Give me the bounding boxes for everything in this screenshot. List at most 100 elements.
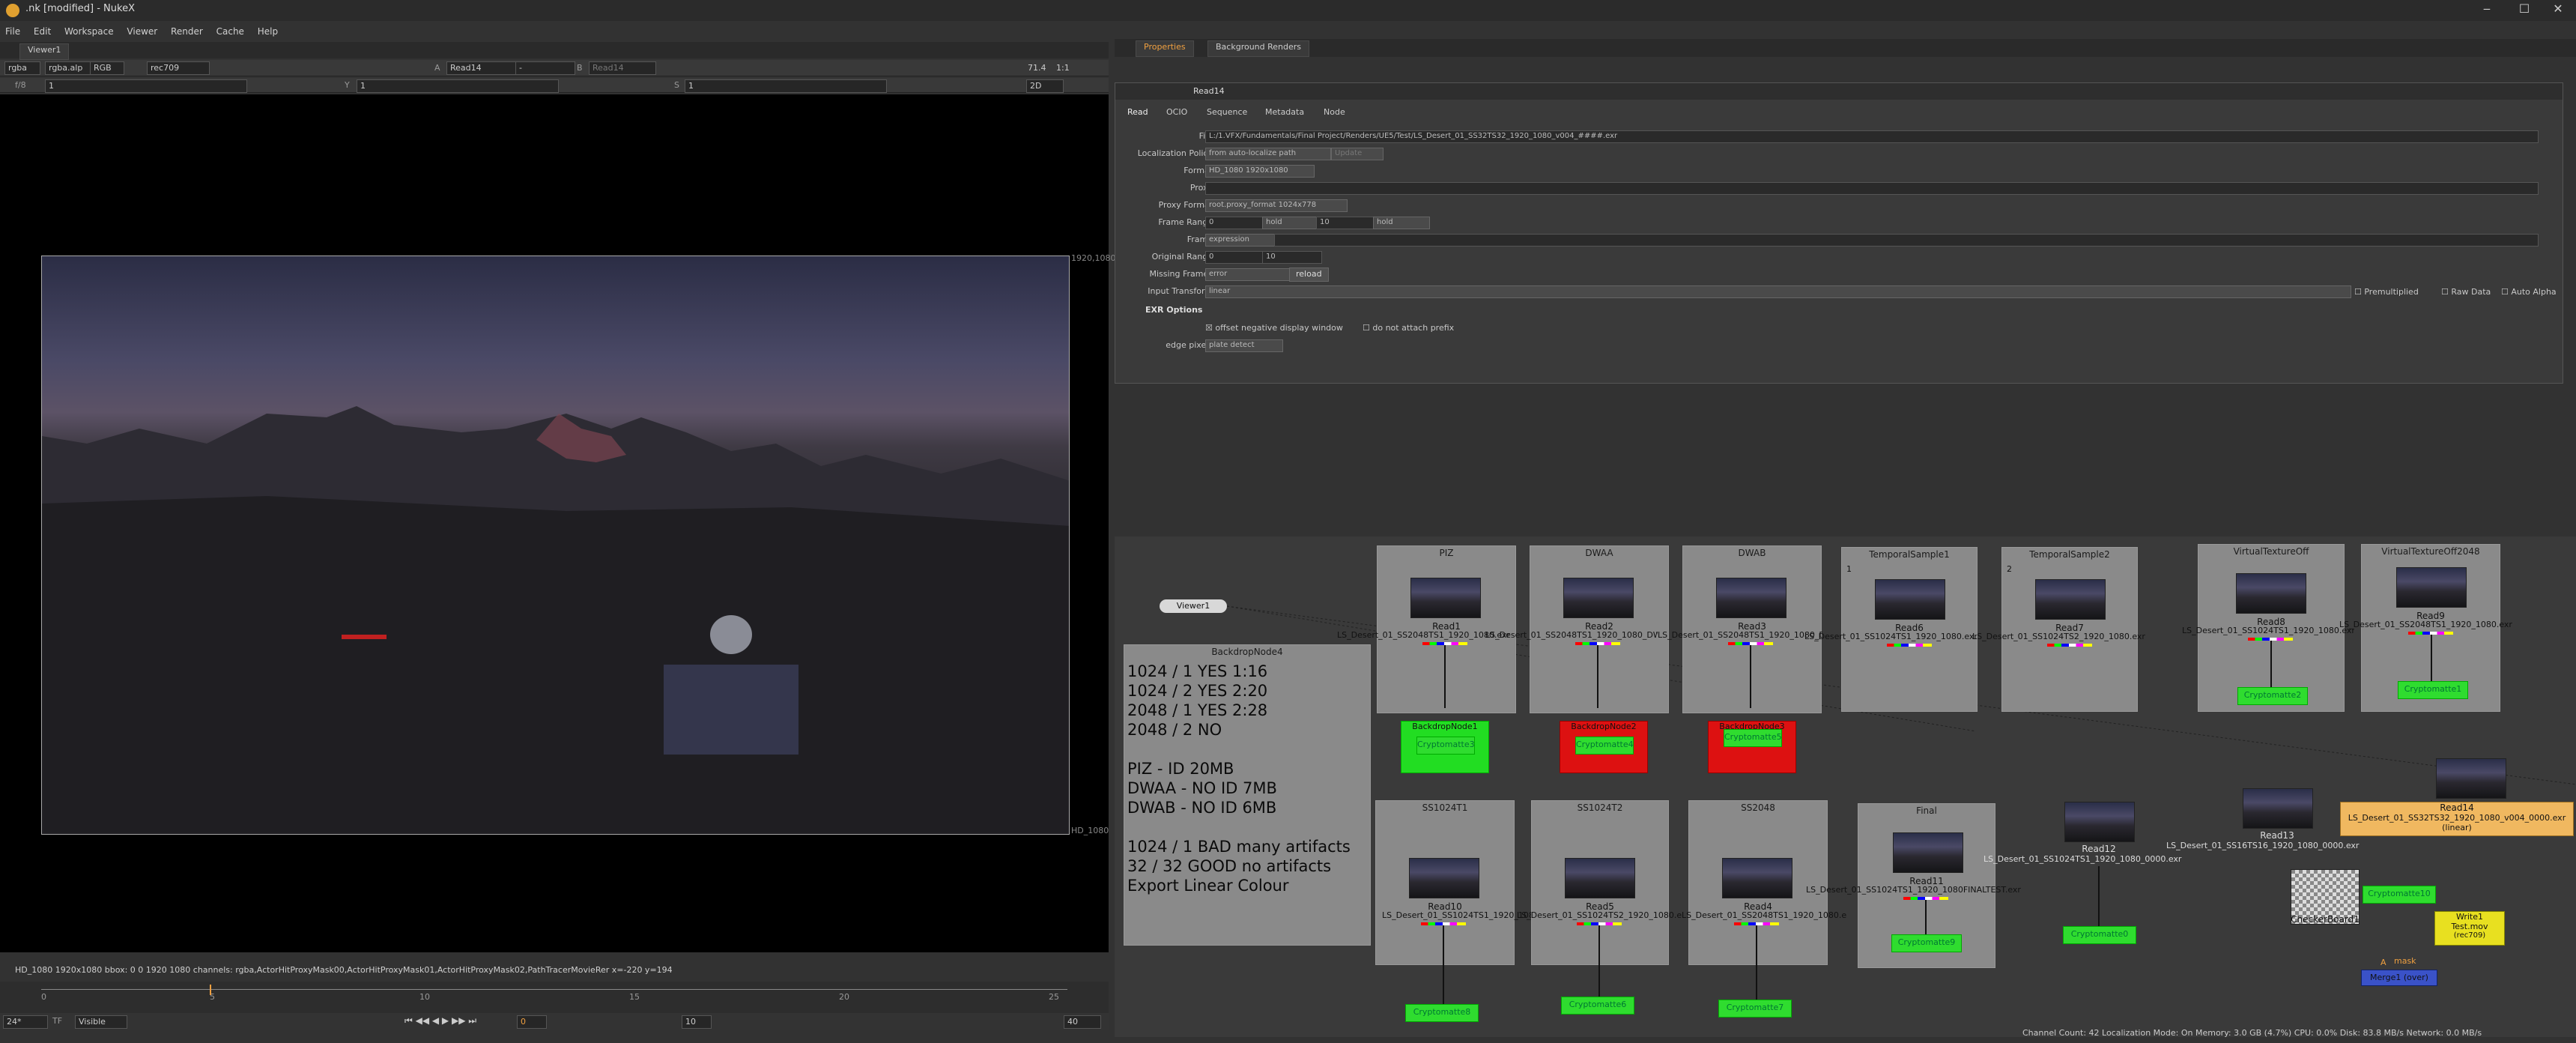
proxy-format-select[interactable]: root.proxy_format 1024x778 [1205,199,1348,212]
input-transform-select[interactable]: linear [1205,285,2351,298]
read1-thumbnail [1410,578,1481,618]
write1-node[interactable]: Write1 Test.mov (rec709) [2434,911,2505,946]
tab-properties[interactable]: Properties [1136,40,1194,57]
edge-pixels-select[interactable]: plate detect [1205,339,1283,352]
backdrop-final[interactable]: Final Read11 LS_Desert_01_SS1024TS1_1920… [1806,803,2021,968]
premultiplied-checkbox[interactable]: ☐ Premultiplied [2354,287,2419,297]
format-select[interactable]: HD_1080 1920x1080 [1205,165,1315,178]
frame-range-start[interactable]: 0 [1205,217,1265,229]
saturation-slider[interactable]: 1 [685,79,887,93]
menu-cache[interactable]: Cache [211,24,249,39]
read13-node[interactable]: Read13 [2243,830,2312,841]
backdrop-virtualtextureoff2048[interactable]: VirtualTextureOff2048 Read9 LS_Desert_01… [2339,544,2512,712]
playhead[interactable] [210,985,211,995]
tf-select[interactable]: TF [52,1016,62,1026]
backdrop-ss1024t1[interactable]: SS1024T1 Read10 LS_Desert_01_SS1024TS1_1… [1375,800,1532,1008]
localization-policy-select[interactable]: from auto-localize path [1205,148,1331,160]
subtab-ocio[interactable]: OCIO [1166,107,1187,117]
minimize-button[interactable]: ‒ [2472,1,2502,16]
display-mode-select[interactable]: RGB [90,61,124,75]
node-name-field[interactable]: Read14 [1193,86,1225,96]
fstop-value[interactable]: f/8 [15,80,26,90]
alpha-channel-select[interactable]: rgba.alp [45,61,94,75]
lut-select[interactable]: rec709 [147,61,210,75]
maximize-button[interactable]: ☐ [2509,1,2539,16]
node-graph[interactable]: Viewer1 BackdropNode4 1024 / 1 YES 1:16 … [1115,536,2576,1037]
checkerboard-node[interactable]: CheckerBoard1 [2288,914,2363,925]
subtab-sequence[interactable]: Sequence [1207,107,1247,117]
channels-select[interactable]: rgba [4,61,40,75]
proxy-ratio[interactable]: 1:1 [1056,63,1070,73]
read12-node[interactable]: Read12 [2064,844,2133,854]
read8-thumbnail [2236,573,2306,614]
backdrop-dwaa[interactable]: DWAA Read2 LS_Desert_01_SS2048TS1_1920_1… [1485,545,1669,713]
original-range-end[interactable]: 10 [1262,251,1322,264]
frame-input[interactable] [1274,234,2539,247]
menu-file[interactable]: File [0,24,25,39]
backdrop-piz[interactable]: PIZ Read1 LS_Desert_01_SS2048TS1_1920_10… [1337,545,1516,713]
backdrop-node3[interactable]: BackdropNode3 Cryptomatte5 [1708,721,1796,773]
backdrop-temporalsample2[interactable]: TemporalSample2 2 Read7 LS_Desert_01_SS1… [1972,547,2145,712]
menu-viewer[interactable]: Viewer [121,24,163,39]
out-frame-field[interactable]: 40 [1064,1015,1101,1029]
after-select[interactable]: hold [1373,217,1430,229]
menu-workspace[interactable]: Workspace [59,24,119,39]
cryptomatte6-node[interactable]: Cryptomatte6 [1561,997,1634,1015]
input-b-select[interactable]: Read14 [589,61,656,75]
tab-background-renders[interactable]: Background Renders [1207,40,1310,57]
tab-viewer1[interactable]: Viewer1 [19,43,70,60]
input-op-select[interactable]: - [515,61,575,75]
gain-slider[interactable]: 1 [45,79,247,93]
menu-help[interactable]: Help [252,24,283,39]
backdrop-ss2048[interactable]: SS2048 Read4 LS_Desert_01_SS2048TS1_1920… [1682,800,1846,1003]
subtab-read[interactable]: Read [1127,107,1148,117]
proxy-input[interactable] [1205,182,2539,195]
backdrop-dwab[interactable]: DWAB Read3 LS_Desert_01_SS2048TS1_1920_1… [1658,545,1822,713]
merge1-node[interactable]: Merge1 (over) [2361,970,2437,986]
backdrop-virtualtextureoff[interactable]: VirtualTextureOff Read8 LS_Desert_01_SS1… [2182,544,2354,712]
auto-alpha-checkbox[interactable]: ☐ Auto Alpha [2501,287,2557,297]
frame-mode-select[interactable]: expression [1205,234,1277,247]
offset-negative-checkbox[interactable]: ☒ offset negative display window [1205,323,1343,333]
read13-file: LS_Desert_01_SS16TS16_1920_1080_0000.exr [2166,841,2360,850]
backdrop-note[interactable]: BackdropNode4 1024 / 1 YES 1:16 1024 / 2… [1124,644,1371,946]
visible-range-select[interactable]: Visible [75,1015,127,1029]
fps-select[interactable]: 24* [3,1015,48,1029]
menu-edit[interactable]: Edit [28,24,56,39]
input-a-select[interactable]: Read14 [446,61,517,75]
no-prefix-checkbox[interactable]: ☐ do not attach prefix [1363,323,1454,333]
subtab-metadata[interactable]: Metadata [1265,107,1304,117]
menu-render[interactable]: Render [166,24,208,39]
view-mode-select[interactable]: 2D [1026,79,1064,93]
cryptomatte9-node[interactable]: Cryptomatte9 [1891,934,1962,952]
current-frame-field[interactable]: 0 [517,1015,547,1029]
raw-data-checkbox[interactable]: ☐ Raw Data [2441,287,2491,297]
subtab-node[interactable]: Node [1324,107,1345,117]
update-button[interactable]: Update [1331,148,1384,160]
cryptomatte5-node[interactable]: Cryptomatte5 [1724,729,1782,747]
increment-field[interactable]: 10 [682,1015,712,1029]
cryptomatte10-node[interactable]: Cryptomatte10 [2363,886,2436,904]
cryptomatte0-node[interactable]: Cryptomatte0 [2063,926,2136,944]
reload-button[interactable]: reload [1289,267,1329,282]
before-select[interactable]: hold [1262,217,1319,229]
backdrop-node1[interactable]: BackdropNode1 Cryptomatte3 [1401,721,1489,773]
format-corner-bottom: HD_1080 [1071,826,1109,835]
original-range-start[interactable]: 0 [1205,251,1265,264]
backdrop-temporalsample1[interactable]: TemporalSample1 1 Read6 LS_Desert_01_SS1… [1804,547,1978,712]
cryptomatte3-node[interactable]: Cryptomatte3 [1416,737,1475,755]
zoom-value[interactable]: 71.4 [1028,63,1046,73]
close-button[interactable]: ✕ [2543,1,2573,16]
frame-range-end[interactable]: 10 [1316,217,1376,229]
cryptomatte7-node[interactable]: Cryptomatte7 [1718,1000,1792,1018]
backdrop-ss1024t2[interactable]: SS1024T2 Read5 LS_Desert_01_SS1024TS2_19… [1517,800,1682,1000]
cryptomatte4-node[interactable]: Cryptomatte4 [1575,737,1634,755]
file-input[interactable]: L:/1.VFX/Fundamentals/Final Project/Rend… [1205,130,2539,143]
backdrop-node2[interactable]: BackdropNode2 Cryptomatte4 [1560,721,1648,773]
cryptomatte1-node[interactable]: Cryptomatte1 [2398,681,2468,699]
read14-node[interactable]: Read14 LS_Desert_01_SS32TS32_1920_1080_v… [2340,802,2574,836]
cryptomatte2-node[interactable]: Cryptomatte2 [2237,687,2308,705]
missing-frames-select[interactable]: error [1205,268,1291,281]
gamma-slider[interactable]: 1 [357,79,559,93]
cryptomatte8-node[interactable]: Cryptomatte8 [1405,1004,1479,1022]
